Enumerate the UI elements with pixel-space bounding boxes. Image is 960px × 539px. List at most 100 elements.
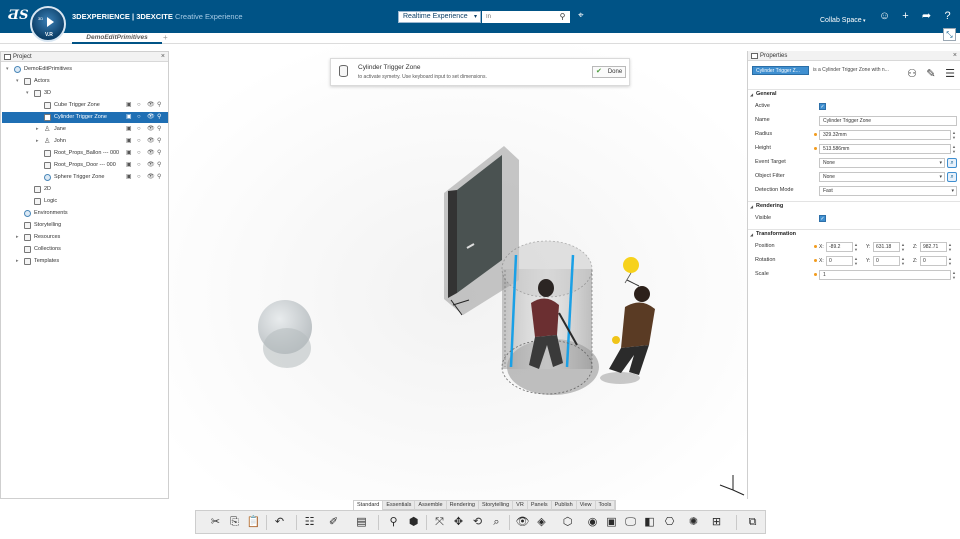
name-field[interactable] [819, 116, 957, 126]
tree-item[interactable]: Collections [2, 244, 168, 255]
lock-icon[interactable]: ▣ [126, 160, 132, 171]
pin-icon[interactable]: ⚲ [157, 100, 161, 111]
visible-checkbox[interactable]: ✓ [819, 215, 826, 222]
tree-item[interactable]: Cube Trigger Zone ▣ ○ 👁 ⚲ [2, 100, 168, 111]
tree-item[interactable]: ▾ Actors [2, 76, 168, 87]
close-icon[interactable]: × [161, 52, 165, 62]
lock-icon[interactable]: ▣ [126, 136, 132, 147]
pin-icon[interactable]: ⚲ [157, 136, 161, 147]
search-icon[interactable]: ⚲ [557, 12, 568, 22]
eye-icon[interactable]: 👁 [147, 136, 155, 147]
detection-mode-select[interactable]: Fast [819, 186, 957, 196]
section-transformation[interactable]: Transformation [748, 229, 960, 239]
lock-icon[interactable]: ▣ [126, 112, 132, 123]
toolbar-tab[interactable]: Standard [354, 501, 384, 510]
menu-icon[interactable]: ☰ [942, 66, 958, 82]
expand-icon[interactable]: ⤡ [943, 28, 956, 41]
event-target-select[interactable]: None [819, 158, 945, 168]
toolbar-tab[interactable]: Tools [596, 501, 616, 510]
zoom-icon[interactable]: ⚲ [386, 515, 401, 530]
active-checkbox[interactable]: ✓ [819, 103, 826, 110]
pin-icon[interactable]: ⚲ [157, 112, 161, 123]
tree-icon[interactable]: ☷ [302, 515, 317, 530]
user-profile-icon[interactable]: ☺ [878, 10, 891, 23]
link-icon[interactable]: ○ [137, 136, 141, 147]
eye-icon[interactable]: 👁 [147, 112, 155, 123]
link-icon[interactable]: ○ [137, 148, 141, 159]
pick-icon[interactable]: ⌕ [947, 172, 957, 182]
rotate-view-icon[interactable]: ⟲ [470, 515, 485, 530]
undo-icon[interactable]: ↶ [272, 515, 287, 530]
package-icon[interactable]: ⧉ [745, 515, 760, 530]
tree-item[interactable]: Storytelling [2, 220, 168, 231]
toolbar-tab[interactable]: Assemble [415, 501, 447, 510]
eye-icon[interactable]: 👁 [147, 124, 155, 135]
pan-icon[interactable]: ✥ [451, 515, 466, 530]
properties-table-icon[interactable]: ▤ [354, 515, 369, 530]
done-button[interactable]: ✔ Done [592, 66, 626, 78]
chevron-right-icon[interactable]: ▸ [16, 256, 19, 267]
wireframe-icon[interactable]: ⬡ [560, 515, 575, 530]
compass-button[interactable]: 3D V.R [30, 6, 66, 42]
render-icon[interactable]: ✺ [686, 515, 701, 530]
paste-icon[interactable]: 📋 [246, 515, 261, 530]
shading-icon[interactable]: ◈ [534, 515, 549, 530]
tree-item[interactable]: ▾ DemoEditPrimitives [2, 64, 168, 75]
toolbar-tab[interactable]: View [577, 501, 596, 510]
close-icon[interactable]: × [953, 51, 957, 61]
search-scope-select[interactable]: Realtime Experience [398, 11, 481, 23]
pin-icon[interactable]: ⚲ [157, 148, 161, 159]
section-rendering[interactable]: Rendering [748, 201, 960, 211]
tree-item[interactable]: Root_Props_Door --- 000 ▣ ○ 👁 ⚲ [2, 160, 168, 171]
look-at-icon[interactable]: 👁 [515, 515, 530, 530]
tab-demo-edit-primitives[interactable]: DemoEditPrimitives [72, 33, 162, 44]
split-view-icon[interactable]: ⊞ [709, 515, 724, 530]
link-icon[interactable]: ○ [137, 160, 141, 171]
tree-item[interactable]: Cylinder Trigger Zone ▣ ○ 👁 ⚲ [2, 112, 168, 123]
toolbar-tab[interactable]: VR [513, 501, 528, 510]
tree-item[interactable]: ▸ Resources [2, 232, 168, 243]
chevron-down-icon[interactable]: ▾ [26, 88, 29, 99]
tree-item[interactable]: Environments [2, 208, 168, 219]
collab-space-selector[interactable]: Collab Space [820, 17, 866, 24]
tree-item[interactable]: Root_Props_Ballon --- 000 ▣ ○ 👁 ⚲ [2, 148, 168, 159]
3d-viewport[interactable] [169, 45, 747, 500]
eye-icon[interactable]: 👁 [147, 160, 155, 171]
layers-icon[interactable]: ◧ [642, 515, 657, 530]
toolbar-tab[interactable]: Publish [552, 501, 577, 510]
sphere-trigger-zone[interactable] [258, 300, 312, 368]
tree-item[interactable]: Sphere Trigger Zone ▣ ○ 👁 ⚲ [2, 172, 168, 183]
radius-field[interactable] [819, 130, 951, 140]
monitor-icon[interactable]: 🖵 [623, 515, 638, 530]
tree-item[interactable]: Logic [2, 196, 168, 207]
lock-icon[interactable]: ▣ [126, 124, 132, 135]
measure-icon[interactable]: ✐ [326, 515, 341, 530]
cube-view-icon[interactable]: ⬢ [406, 515, 421, 530]
link-icon[interactable]: ○ [137, 100, 141, 111]
link-icon[interactable]: ○ [137, 124, 141, 135]
camera-icon[interactable]: ⎔ [662, 515, 677, 530]
tag-icon[interactable]: ⌖ [578, 10, 584, 21]
lock-icon[interactable]: ▣ [126, 148, 132, 159]
globe-view-icon[interactable]: ◉ [585, 515, 600, 530]
section-general[interactable]: General [748, 89, 960, 99]
scale-field[interactable] [819, 270, 951, 280]
object-filter-select[interactable]: None [819, 172, 945, 182]
eye-icon[interactable]: 👁 [147, 100, 155, 111]
chevron-right-icon[interactable]: ▸ [16, 232, 19, 243]
object-chip[interactable]: Cylinder Trigger Z... [752, 66, 809, 75]
fit-all-icon[interactable]: ⤧ [432, 515, 447, 530]
tree-item[interactable]: ▸ ♙ Jane ▣ ○ 👁 ⚲ [2, 124, 168, 135]
3d-scene[interactable] [169, 45, 747, 500]
radius-stepper[interactable]: ▲ ▼ [952, 130, 957, 140]
pin-icon[interactable]: ⚲ [157, 124, 161, 135]
chevron-down-icon[interactable]: ▾ [6, 64, 9, 75]
toolbar-tab[interactable]: Panels [528, 501, 552, 510]
tree-item[interactable]: ▸ ♙ John ▣ ○ 👁 ⚲ [2, 136, 168, 147]
eye-icon[interactable]: 👁 [147, 172, 155, 183]
link-icon[interactable]: ○ [137, 172, 141, 183]
copy-icon[interactable]: ⎘ [227, 515, 242, 530]
tree-item[interactable]: ▾ 3D [2, 88, 168, 99]
toolbar-tab[interactable]: Storytelling [479, 501, 514, 510]
add-icon[interactable]: + [899, 10, 912, 23]
